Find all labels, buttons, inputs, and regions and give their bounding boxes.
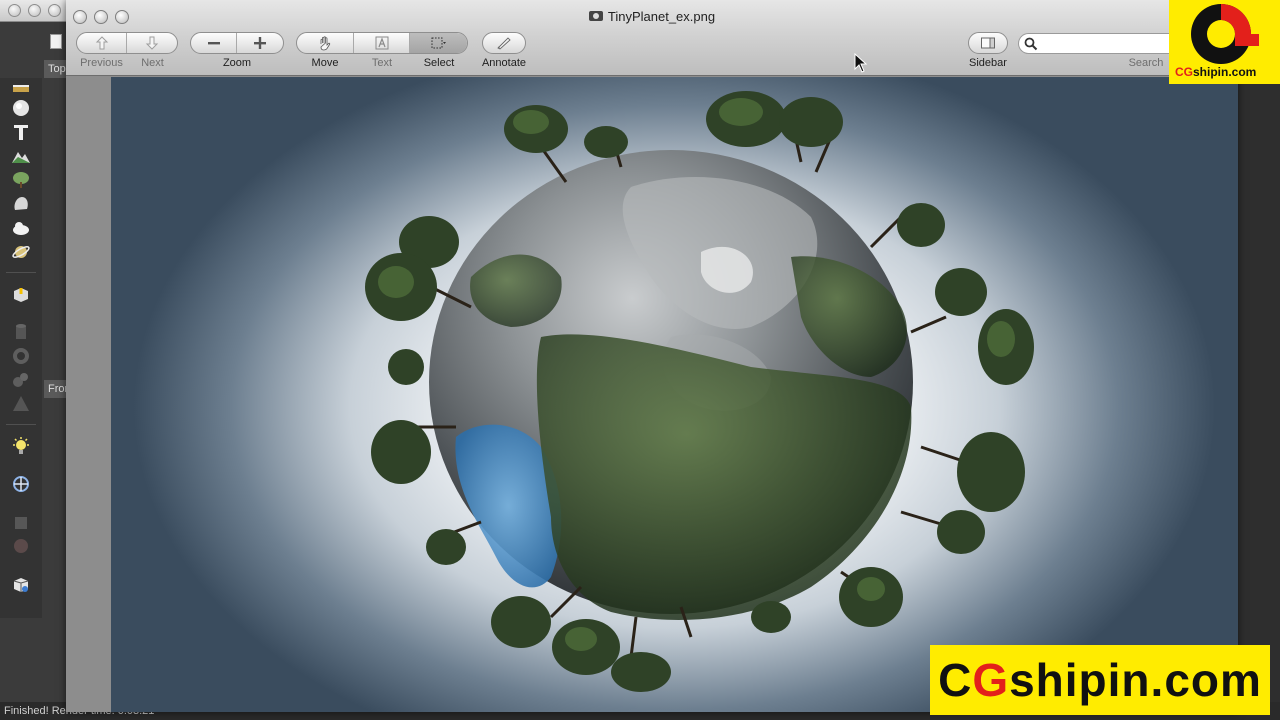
text-cursor-icon: [375, 36, 388, 50]
move-tool-button[interactable]: [297, 33, 355, 53]
watermark-banner-text: shipin.com: [1009, 654, 1262, 706]
terrain-icon[interactable]: [11, 146, 31, 166]
mouse-cursor-icon: [854, 53, 868, 73]
viewport-tab-top[interactable]: Top: [44, 60, 66, 78]
plus-icon: [254, 37, 266, 49]
zoom-control: [190, 32, 284, 54]
light-bulb-icon[interactable]: [11, 436, 31, 456]
viewport-tab-front[interactable]: Front: [44, 380, 66, 398]
select-tool-button[interactable]: [409, 33, 467, 53]
sidebar-icon: [981, 37, 995, 49]
annotate-control: [482, 32, 526, 54]
search-label: Search: [1128, 57, 1164, 69]
plant-icon[interactable]: [11, 170, 31, 190]
palette-divider: [6, 424, 36, 425]
minus-icon: [207, 42, 220, 45]
planet-icon[interactable]: [11, 242, 31, 262]
watermark-banner: C Gshipin.com: [930, 645, 1270, 715]
atmosphere-icon[interactable]: [11, 474, 31, 494]
gray-sphere-icon: [11, 536, 31, 556]
previous-button[interactable]: [77, 33, 128, 53]
watermark-logo-text: CGshipin.com: [1175, 65, 1257, 79]
image-file-icon: [588, 11, 603, 21]
render-cube-icon[interactable]: [11, 574, 31, 594]
import-object-icon[interactable]: [11, 284, 31, 304]
document-icon[interactable]: [50, 34, 62, 49]
up-arrow-icon: [95, 36, 108, 50]
marquee-select-icon: [431, 37, 447, 49]
cloud-icon[interactable]: [11, 218, 31, 238]
annotate-label: Annotate: [481, 57, 527, 69]
pyramid-icon: [11, 394, 31, 414]
window-titlebar: TinyPlanet_ex.png Previous Next Zoom Mov…: [66, 0, 1238, 76]
palette-divider: [6, 272, 36, 273]
pencil-icon: [497, 37, 511, 50]
annotate-button[interactable]: [483, 33, 525, 53]
tiny-planet-image: [365, 91, 1034, 692]
text-tool-icon[interactable]: [11, 122, 31, 142]
move-label: Move: [311, 57, 339, 69]
next-label: Next: [141, 57, 164, 69]
tool-mode-control: [296, 32, 468, 54]
previous-label: Previous: [80, 57, 123, 69]
watermark-banner-g: G: [972, 654, 1010, 706]
hand-icon: [320, 36, 331, 51]
zoom-in-button[interactable]: [237, 33, 283, 53]
metaball-icon: [11, 370, 31, 390]
background-minimize-button[interactable]: [28, 4, 41, 17]
sidebar-button[interactable]: [969, 33, 1007, 53]
background-close-button[interactable]: [8, 4, 21, 17]
window-title: TinyPlanet_ex.png: [66, 9, 1238, 24]
image-canvas[interactable]: [111, 77, 1238, 712]
previous-next-control: [76, 32, 178, 54]
text-tool-button[interactable]: [354, 33, 410, 53]
zoom-out-button[interactable]: [191, 33, 238, 53]
next-button[interactable]: [127, 33, 177, 53]
watermark-logo: CGshipin.com: [1169, 0, 1280, 84]
sphere-icon[interactable]: [11, 98, 31, 118]
cylinder-icon: [11, 322, 31, 342]
select-label: Select: [423, 57, 455, 69]
magnifier-icon: [1024, 37, 1038, 51]
sidebar-label: Sidebar: [969, 57, 1007, 69]
window-title-text: TinyPlanet_ex.png: [607, 9, 716, 24]
rock-icon[interactable]: [11, 194, 31, 214]
down-arrow-icon: [145, 36, 159, 50]
tool-palette: [0, 78, 42, 618]
ground-plane-icon[interactable]: [11, 80, 31, 100]
preview-window: TinyPlanet_ex.png Previous Next Zoom Mov…: [66, 0, 1238, 712]
watermark-banner-c: C: [938, 654, 973, 706]
text-label: Text: [371, 57, 393, 69]
gray-object-icon: [11, 512, 31, 532]
background-zoom-button[interactable]: [48, 4, 61, 17]
sidebar-control: [968, 32, 1008, 54]
torus-icon: [11, 346, 31, 366]
zoom-label: Zoom: [222, 57, 252, 69]
